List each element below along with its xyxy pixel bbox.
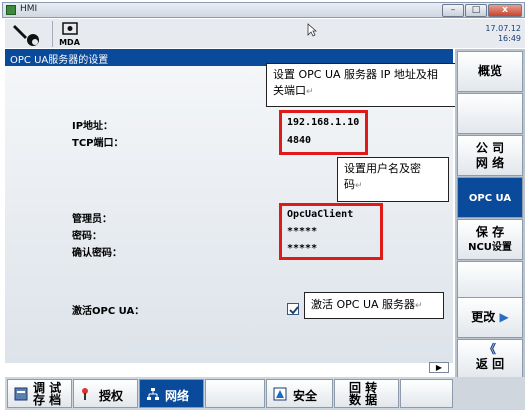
password-label: 密码： [72,231,102,242]
archive-icon [14,387,28,401]
mda-mode-button[interactable]: MDA [52,21,86,47]
user-highlight-box [279,203,383,260]
authorization-label: 授权 [99,389,124,403]
time-text: 16:49 [497,34,521,43]
machine-icon [62,22,78,35]
ip-note-callout: 设置 OPC UA 服务器 IP 地址及相 关端口↵ [266,63,465,107]
return-mark: ↵ [415,301,423,311]
return-mark: ↵ [355,181,363,191]
ip-note-line2: 关端口 [273,84,306,97]
right-softkey-column: 概览 公 司 网 络 OPC UA 保 存 NCU设置 更改 ▶ 《 返 回 [455,49,525,381]
close-button[interactable]: x [488,4,522,17]
bottom-softkey-bar: 调 试 存 档 授权 网络 安全 回 转 数 据 [5,377,525,410]
ip-note-line1: 设置 OPC UA 服务器 IP 地址及相 [273,68,438,81]
checkmark-icon [289,306,299,315]
admin-label: 管理员： [72,214,112,225]
empty-softkey-1[interactable] [457,93,523,134]
triangle-right-icon: ▶ [499,310,509,324]
rotary-data-label: 回 转 数 据 [349,381,378,407]
save-ncu-line1: 保 存 [475,225,505,239]
authorization-softkey[interactable]: 授权 [73,379,138,408]
user-note-line2: 码 [344,178,355,191]
change-softkey[interactable]: 更改 ▶ [457,297,523,338]
debug-archive-softkey[interactable]: 调 试 存 档 [7,379,72,408]
overview-softkey[interactable]: 概览 [457,51,523,92]
scroll-right-button[interactable]: ▶ [429,362,449,373]
wrench-icon[interactable] [11,22,47,46]
ip-highlight-box [279,110,368,155]
rotary-data-softkey[interactable]: 回 转 数 据 [334,379,399,408]
empty-bottom-softkey[interactable] [205,379,265,408]
save-ncu-line2: NCU设置 [468,242,512,253]
minimize-button[interactable]: – [442,4,464,17]
user-note-callout: 设置用户名及密 码↵ [337,157,449,202]
datetime: 17.07.12 16:49 [485,24,521,44]
ip-label: IP地址： [72,121,114,132]
window-titlebar: HMI – □ x [2,2,525,18]
cursor-icon [307,23,317,37]
tcp-port-label: TCP端口： [72,138,124,149]
network-softkey[interactable]: 网络 [139,379,204,408]
security-icon [273,387,287,401]
activate-note-callout: 激活 OPC UA 服务器↵ [304,292,444,319]
key-icon [82,388,88,400]
debug-archive-label: 调 试 存 档 [33,381,62,407]
hmi-header: MDA 17.07.12 16:49 [5,19,525,48]
opcua-softkey[interactable]: OPC UA [457,177,523,218]
company-network-line1: 公 司 [475,141,505,155]
back-label: 返 回 [475,357,505,371]
page-title: OPC UA服务器的设置 [10,55,109,66]
security-softkey[interactable]: 安全 [266,379,333,408]
activate-note: 激活 OPC UA 服务器 [311,298,416,311]
user-note-line1: 设置用户名及密 [344,162,421,175]
company-network-softkey[interactable]: 公 司 网 络 [457,135,523,176]
confirm-password-label: 确认密码： [72,248,122,259]
activate-opcua-checkbox[interactable] [287,303,299,315]
maximize-button[interactable]: □ [465,4,487,17]
save-ncu-softkey[interactable]: 保 存 NCU设置 [457,219,523,260]
activate-opcua-label: 激活OPC UA： [72,306,145,317]
overview-label: 概览 [477,64,502,78]
back-arrows-icon: 《 [483,342,496,356]
empty-bottom-softkey-2[interactable] [400,379,453,408]
change-label: 更改 ▶ [471,310,509,324]
empty-softkey-2[interactable] [457,261,523,302]
return-mark: ↵ [306,87,314,97]
security-label: 安全 [293,389,318,403]
opcua-label: OPC UA [468,193,512,204]
mda-label: MDA [59,38,80,47]
date-text: 17.07.12 [485,24,521,33]
network-icon [147,388,159,400]
window-title: HMI [20,4,38,14]
company-network-line2: 网 络 [475,156,505,170]
network-label: 网络 [165,389,190,403]
app-icon [6,5,16,15]
hmi-window: HMI – □ x MDA 17.07.12 16:49 OPC UA服务器的设… [0,0,528,415]
back-softkey[interactable]: 《 返 回 [457,339,523,380]
